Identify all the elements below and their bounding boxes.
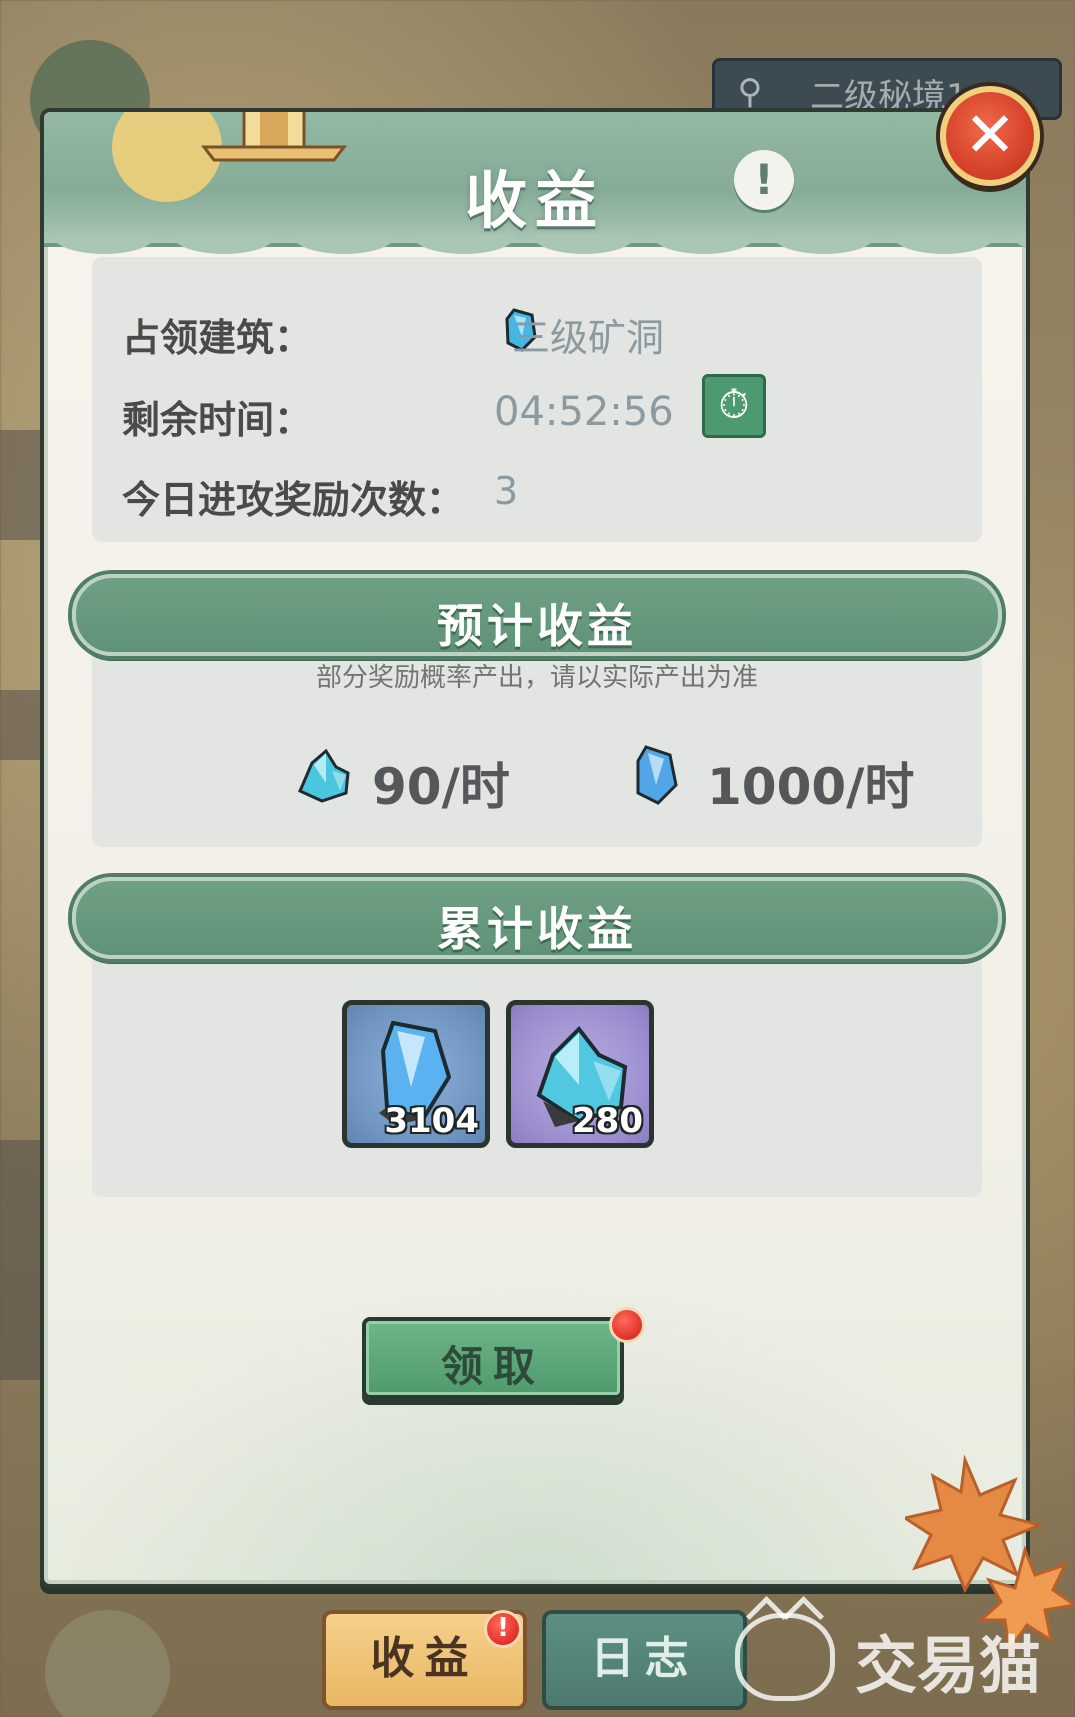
speedup-timer-button[interactable]: ⏱ — [702, 374, 766, 438]
remaining-time-value: 04:52:56 — [494, 389, 674, 435]
close-button[interactable]: ✕ — [940, 86, 1040, 186]
notification-dot — [609, 1307, 645, 1343]
reward-item-gem[interactable]: 3104 — [342, 1000, 490, 1148]
crystal-gem-icon — [636, 745, 678, 805]
accumulated-income-panel: 3104 280 — [92, 932, 982, 1197]
estimated-income-header: 预计收益 — [72, 574, 1002, 656]
rate-value: 1000/时 — [707, 758, 915, 816]
estimated-income-panel: 部分奖励概率产出，请以实际产出为准 90/时 1000/时 — [92, 627, 982, 847]
info-row-building: 占领建筑： — [122, 307, 312, 362]
item-count: 3104 — [384, 1101, 479, 1141]
section-title: 预计收益 — [437, 599, 637, 653]
cat-logo-icon — [735, 1613, 835, 1701]
claim-label: 领取 — [440, 1342, 545, 1391]
claim-button[interactable]: 领取 — [362, 1317, 624, 1399]
building-label: 占领建筑： — [122, 316, 313, 360]
close-icon: ✕ — [964, 98, 1016, 171]
accumulated-income-header: 累计收益 — [72, 877, 1002, 959]
crystal-cluster-icon — [298, 748, 350, 803]
item-count: 280 — [572, 1101, 643, 1141]
rate-value: 90/时 — [372, 758, 510, 816]
dialog-header: 收益 ! — [44, 112, 1026, 257]
section-title: 累计收益 — [437, 902, 637, 956]
attack-count-label: 今日进攻奖励次数： — [122, 478, 465, 522]
info-row-remaining-time: 剩余时间： 04:52:56 — [122, 389, 674, 444]
tab-label: 收益 — [370, 1633, 479, 1684]
tab-notification-badge: ! — [484, 1610, 522, 1648]
badge-text: ! — [497, 1613, 509, 1643]
watermark-text: 交易猫 — [855, 1629, 1042, 1702]
tab-label: 日志 — [590, 1633, 699, 1684]
attack-count-value: 3 — [494, 469, 519, 513]
probability-note: 部分奖励概率产出，请以实际产出为准 — [315, 663, 758, 693]
tab-log[interactable]: 日志 — [542, 1610, 747, 1710]
income-dialog: 收益 ! 占领建筑： 三级矿洞 剩余时间： 04:52:56 ⏱ 今日进攻奖励次… — [40, 108, 1030, 1588]
watermark-logo: 交易猫 — [735, 1605, 1065, 1705]
reward-item-crystal-cluster[interactable]: 280 — [506, 1000, 654, 1148]
info-row-attack-count: 今日进攻奖励次数： 3 — [122, 469, 518, 524]
dialog-title: 收益 — [464, 164, 605, 237]
remaining-time-label: 剩余时间： — [122, 398, 313, 442]
info-icon[interactable]: ! — [734, 150, 794, 210]
occupation-info-panel: 占领建筑： 三级矿洞 剩余时间： 04:52:56 ⏱ 今日进攻奖励次数： 3 — [92, 257, 982, 542]
